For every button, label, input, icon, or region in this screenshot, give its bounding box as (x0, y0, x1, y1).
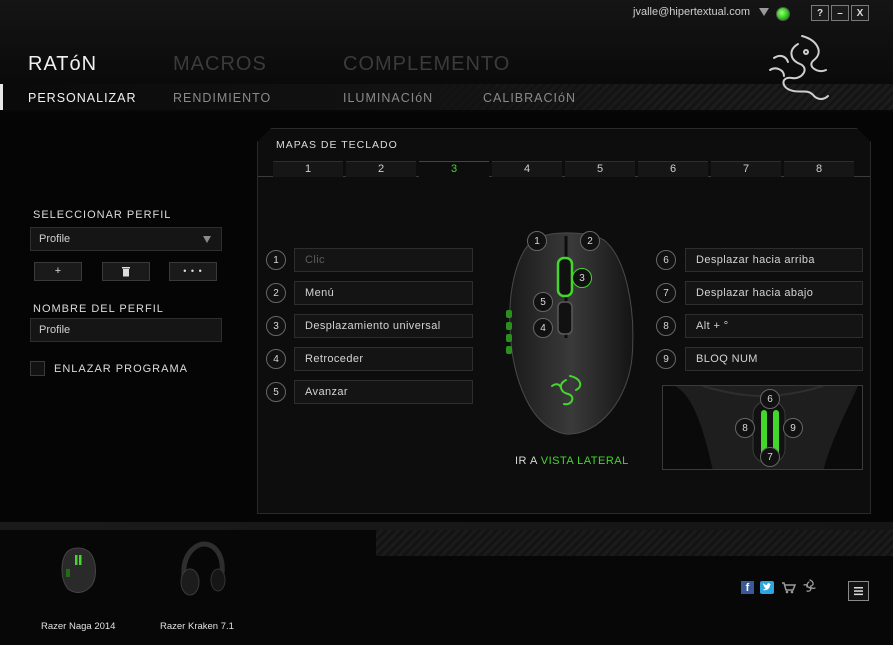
tab-complemento[interactable]: COMPLEMENTO (343, 53, 510, 76)
mouse-top-view-image (506, 232, 634, 435)
account-dropdown-icon[interactable] (759, 8, 769, 16)
mapping-button-7[interactable]: Desplazar hacia abajo (685, 281, 863, 305)
device-kraken-image[interactable] (176, 540, 228, 600)
keymap-tab-3[interactable]: 3 (419, 161, 489, 179)
mouse-label-1[interactable]: 1 (527, 231, 547, 251)
side-view-link[interactable]: VISTA LATERAL (541, 455, 629, 467)
mouse-label-2[interactable]: 2 (580, 231, 600, 251)
side-view-link-row[interactable]: IR A VISTA LATERAL (515, 455, 629, 467)
profile-name-input[interactable]: Profile (30, 318, 222, 342)
button-number-8: 8 (656, 316, 676, 336)
cart-icon[interactable] (781, 581, 796, 594)
menu-icon (854, 587, 863, 596)
button-number-9: 9 (656, 349, 676, 369)
keymap-tab-1[interactable]: 1 (273, 161, 343, 177)
mouse-label-3[interactable]: 3 (572, 268, 592, 288)
more-options-button[interactable]: • • • (169, 262, 217, 281)
razer-logo-icon (769, 35, 829, 100)
device-name-kraken[interactable]: Razer Kraken 7.1 (160, 621, 234, 632)
profile-name-label: NOMBRE DEL PERFIL (33, 303, 164, 315)
twitter-icon[interactable] (760, 581, 774, 594)
add-profile-button[interactable]: + (34, 262, 82, 281)
trash-icon (122, 267, 130, 277)
close-button[interactable]: X (851, 5, 869, 21)
mapping-button-5[interactable]: Avanzar (294, 380, 473, 404)
chevron-down-icon (203, 236, 211, 243)
device-naga-image[interactable] (58, 545, 98, 595)
mapping-button-2[interactable]: Menú (294, 281, 473, 305)
help-button[interactable]: ? (811, 5, 829, 21)
delete-profile-button[interactable] (102, 262, 150, 281)
tab-macros[interactable]: MACROS (173, 53, 267, 76)
mapping-button-4[interactable]: Retroceder (294, 347, 473, 371)
keymap-tab-6[interactable]: 6 (638, 161, 708, 177)
device-name-naga[interactable]: Razer Naga 2014 (41, 621, 115, 632)
mapping-button-9[interactable]: BLOQ NUM (685, 347, 863, 371)
user-email[interactable]: jvalle@hipertextual.com (633, 6, 750, 18)
mapping-button-6[interactable]: Desplazar hacia arriba (685, 248, 863, 272)
subtab-personalizar[interactable]: PERSONALIZAR (28, 91, 137, 105)
footer-top-bar (0, 522, 893, 530)
tab-raton[interactable]: RATóN (28, 53, 97, 76)
keymap-tab-2[interactable]: 2 (346, 161, 416, 177)
goto-prefix: IR A (515, 455, 538, 467)
link-program-label: ENLAZAR PROGRAMA (54, 363, 188, 375)
button-number-2: 2 (266, 283, 286, 303)
keymap-tab-7[interactable]: 7 (711, 161, 781, 177)
side-label-8[interactable]: 8 (735, 418, 755, 438)
profile-select[interactable]: Profile (30, 227, 222, 251)
active-subtab-marker (0, 84, 3, 110)
link-program-checkbox[interactable] (30, 361, 45, 376)
keymap-tab-5[interactable]: 5 (565, 161, 635, 177)
profile-select-value: Profile (39, 233, 71, 245)
subtab-iluminacion[interactable]: ILUMINACIóN (343, 91, 433, 105)
button-number-5: 5 (266, 382, 286, 402)
minimize-button[interactable]: – (831, 5, 849, 21)
button-number-4: 4 (266, 349, 286, 369)
mapping-button-3[interactable]: Desplazamiento universal (294, 314, 473, 338)
mouse-label-5[interactable]: 5 (533, 292, 553, 312)
button-number-7: 7 (656, 283, 676, 303)
button-number-1: 1 (266, 250, 286, 270)
mapping-button-8[interactable]: Alt + ° (685, 314, 863, 338)
subtab-rendimiento[interactable]: RENDIMIENTO (173, 91, 271, 105)
side-label-7[interactable]: 7 (760, 447, 780, 467)
button-number-3: 3 (266, 316, 286, 336)
side-label-9[interactable]: 9 (783, 418, 803, 438)
select-profile-label: SELECCIONAR PERFIL (33, 209, 172, 221)
razer-small-logo-icon[interactable] (801, 579, 818, 595)
keymap-tab-4[interactable]: 4 (492, 161, 562, 177)
facebook-icon[interactable]: f (741, 581, 754, 594)
mapping-button-1[interactable]: Clic (294, 248, 473, 272)
mouse-label-4[interactable]: 4 (533, 318, 553, 338)
online-status-icon (776, 7, 790, 21)
keymap-title: MAPAS DE TECLADO (276, 139, 398, 151)
button-number-6: 6 (656, 250, 676, 270)
menu-button[interactable] (848, 581, 869, 601)
subtab-calibracion[interactable]: CALIBRACIóN (483, 91, 576, 105)
footer-stripes (376, 530, 893, 556)
side-label-6[interactable]: 6 (760, 389, 780, 409)
keymap-tab-8[interactable]: 8 (784, 161, 854, 177)
